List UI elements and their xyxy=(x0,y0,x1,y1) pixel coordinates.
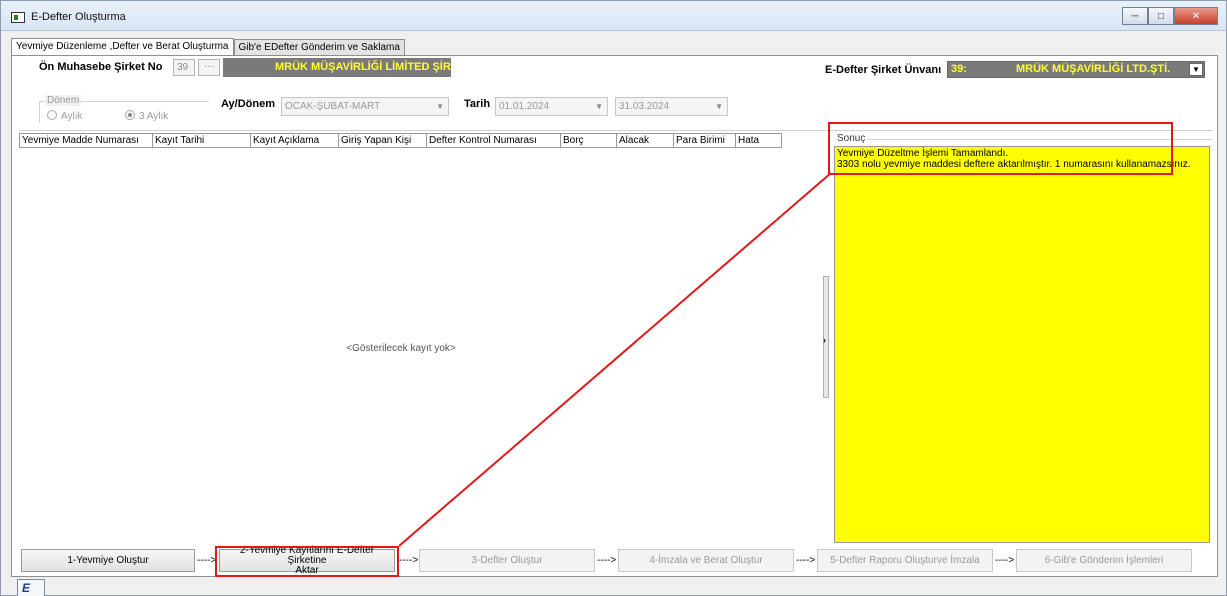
grid-header: Yevmiye Madde Numarası Kayıt Tarihi Kayı… xyxy=(19,133,782,148)
company-name-display: MRÜK MÜŞAVİRLİĞİ LİMİTED ŞİR xyxy=(223,58,451,77)
annotation-result-highlight xyxy=(828,122,1173,175)
ay-donem-value: OCAK-ŞUBAT-MART xyxy=(285,101,381,112)
company-no-field[interactable]: 39 xyxy=(173,59,195,76)
edefter-company-label: E-Defter Şirket Ünvanı xyxy=(825,64,942,76)
radio-quarterly[interactable]: 3 Aylık xyxy=(125,110,168,122)
minimize-button[interactable]: ─ xyxy=(1122,7,1148,25)
date-to-value: 31.03.2024 xyxy=(619,101,670,112)
edefter-company-select[interactable]: 39: MRÜK MÜŞAVİRLİĞİ LTD.ŞTİ. ▼ xyxy=(947,61,1205,78)
date-from-value: 01.01.2024 xyxy=(499,101,550,112)
ay-donem-label: Ay/Dönem xyxy=(221,98,275,110)
col-alacak[interactable]: Alacak xyxy=(617,134,674,147)
maximize-icon: □ xyxy=(1157,10,1165,22)
col-defter-kontrol[interactable]: Defter Kontrol Numarası xyxy=(427,134,561,147)
date-from-picker[interactable]: 01.01.2024 ▼ xyxy=(495,97,608,116)
radio-selected-icon xyxy=(125,110,135,120)
company-no-label: Ön Muhasebe Şirket No xyxy=(39,61,163,73)
close-button[interactable]: ✕ xyxy=(1174,7,1218,25)
panel-splitter[interactable]: › xyxy=(821,131,831,545)
edefter-window: E-Defter Oluşturma ─ □ ✕ Yevmiye Düzenle… xyxy=(0,0,1227,596)
ay-donem-select[interactable]: OCAK-ŞUBAT-MART ▼ xyxy=(281,97,449,116)
step-5-button[interactable]: 5-Defter Raporu Oluşturve İmzala xyxy=(817,549,993,572)
maximize-button[interactable]: □ xyxy=(1148,7,1174,25)
title-bar: E-Defter Oluşturma ─ □ ✕ xyxy=(1,1,1226,31)
chevron-down-icon[interactable]: ▼ xyxy=(1189,63,1203,76)
radio-monthly[interactable]: Aylık xyxy=(47,110,83,122)
step-6-button[interactable]: 6-Gib'e Gönderim İşlemleri xyxy=(1016,549,1192,572)
radio-quarterly-label: 3 Aylık xyxy=(139,111,169,122)
step-4-button[interactable]: 4-İmzala ve Berat Oluştur xyxy=(618,549,794,572)
step-arrow-1: ----> xyxy=(197,555,217,566)
edefter-company-name: MRÜK MÜŞAVİRLİĞİ LTD.ŞTİ. xyxy=(1016,63,1171,75)
col-kayit-tarihi[interactable]: Kayıt Tarihi xyxy=(153,134,251,147)
step-arrow-3: ----> xyxy=(597,555,617,566)
grid-empty-message: <Gösterilecek kayıt yok> xyxy=(346,343,456,354)
step-arrow-5: ----> xyxy=(995,555,1015,566)
tab-gib-gonderim[interactable]: Gib'e EDefter Gönderim ve Saklama xyxy=(233,39,405,55)
edefter-company-prefix: 39: xyxy=(951,63,967,75)
col-para-birimi[interactable]: Para Birimi xyxy=(674,134,736,147)
col-yevmiye-no[interactable]: Yevmiye Madde Numarası xyxy=(20,134,153,147)
annotation-step2-highlight xyxy=(215,546,399,577)
col-hata[interactable]: Hata xyxy=(736,134,781,147)
result-box: Yevmiye Düzeltme İşlemi Tamamlandı. 3303… xyxy=(834,146,1210,543)
step-3-button[interactable]: 3-Defter Oluştur xyxy=(419,549,595,572)
period-group-title: Dönem xyxy=(45,95,82,106)
company-lookup-button[interactable]: ··· xyxy=(198,59,220,76)
tarih-label: Tarih xyxy=(464,98,491,110)
chevron-right-icon[interactable]: › xyxy=(823,335,826,345)
col-borc[interactable]: Borç xyxy=(561,134,617,147)
col-giris-yapan[interactable]: Giriş Yapan Kişi xyxy=(339,134,427,147)
window-controls: ─ □ ✕ xyxy=(1122,7,1218,25)
step-1-button[interactable]: 1-Yevmiye Oluştur xyxy=(21,549,195,572)
col-kayit-aciklama[interactable]: Kayıt Açıklama xyxy=(251,134,339,147)
radio-monthly-label: Aylık xyxy=(61,111,83,122)
chevron-down-icon: ▼ xyxy=(595,102,603,111)
date-to-picker[interactable]: 31.03.2024 ▼ xyxy=(615,97,728,116)
minimize-icon: ─ xyxy=(1131,10,1139,22)
app-logo-icon: E xyxy=(17,579,45,596)
tab-yevmiye[interactable]: Yevmiye Düzenleme ,Defter ve Berat Oluşt… xyxy=(11,38,234,55)
chevron-down-icon: ▼ xyxy=(436,102,444,111)
app-icon xyxy=(11,12,25,23)
tab-strip: Yevmiye Düzenleme ,Defter ve Berat Oluşt… xyxy=(11,38,405,55)
chevron-down-icon: ▼ xyxy=(715,102,723,111)
radio-circle-icon xyxy=(47,110,57,120)
close-icon: ✕ xyxy=(1191,10,1201,22)
step-arrow-2: ----> xyxy=(399,555,419,566)
step-arrow-4: ----> xyxy=(796,555,816,566)
window-title: E-Defter Oluşturma xyxy=(31,11,126,23)
